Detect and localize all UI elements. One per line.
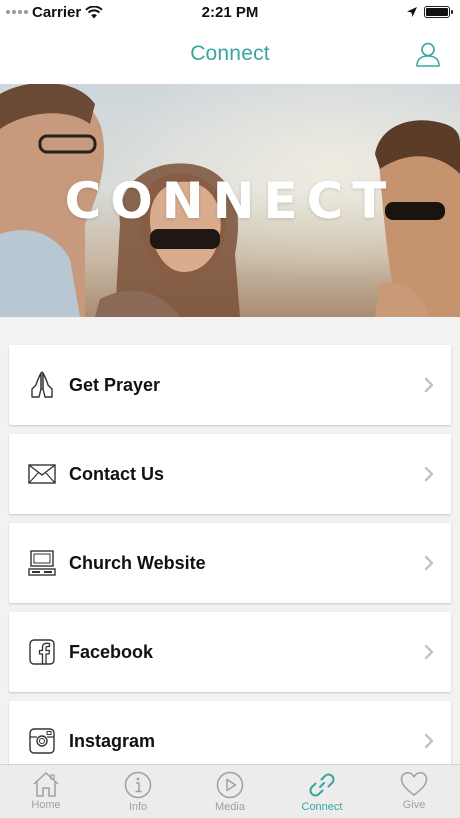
profile-button[interactable] [410, 36, 446, 72]
status-left: Carrier [6, 4, 103, 21]
tab-media[interactable]: Media [184, 765, 276, 818]
tab-bar: Home Info Media Connect Give [0, 764, 460, 818]
tab-connect[interactable]: Connect [276, 765, 368, 818]
instagram-icon [27, 726, 57, 756]
list-item-facebook[interactable]: Facebook [9, 612, 451, 692]
list-item-label: Contact Us [69, 463, 165, 484]
list-item-label: Facebook [69, 641, 154, 662]
link-icon [309, 773, 335, 797]
status-bar: Carrier 2:21 PM [0, 0, 460, 24]
play-icon [216, 771, 244, 799]
home-icon [33, 772, 59, 797]
nav-bar: Connect [0, 24, 460, 84]
hero-banner: CONNECT [0, 84, 460, 317]
chevron-right-icon [424, 377, 434, 393]
carrier-label: Carrier [32, 3, 82, 21]
signal-icon [6, 10, 28, 14]
list-item-instagram[interactable]: Instagram [9, 701, 451, 764]
list-item-contact-us[interactable]: Contact Us [9, 434, 451, 514]
laptop-icon [27, 548, 57, 578]
tab-label: Media [215, 801, 245, 813]
status-right [406, 6, 453, 18]
tab-label: Give [402, 799, 426, 811]
page-title: Connect [190, 42, 270, 65]
tab-home[interactable]: Home [0, 765, 92, 818]
list-item-label: Church Website [69, 552, 206, 573]
envelope-icon [27, 459, 57, 489]
facebook-icon [27, 637, 57, 667]
wifi-icon [85, 5, 103, 18]
chevron-right-icon [424, 733, 434, 749]
connect-list: Get Prayer Contact Us Church Website Fac… [0, 317, 460, 764]
tab-label: Info [128, 801, 148, 813]
list-item-label: Instagram [69, 730, 156, 751]
tab-give[interactable]: Give [368, 765, 460, 818]
heart-icon [400, 772, 428, 796]
info-icon [124, 771, 152, 799]
person-icon [416, 42, 440, 67]
chevron-right-icon [424, 644, 434, 660]
list-item-get-prayer[interactable]: Get Prayer [9, 345, 451, 425]
hero-title: CONNECT [64, 172, 396, 230]
chevron-right-icon [424, 466, 434, 482]
tab-label: Connect [301, 801, 343, 813]
praying-hands-icon [27, 370, 57, 400]
chevron-right-icon [424, 555, 434, 571]
battery-icon [424, 6, 453, 18]
location-arrow-icon [407, 7, 417, 17]
tab-label: Home [31, 799, 61, 811]
list-item-church-website[interactable]: Church Website [9, 523, 451, 603]
tab-info[interactable]: Info [92, 765, 184, 818]
list-item-label: Get Prayer [69, 374, 161, 395]
